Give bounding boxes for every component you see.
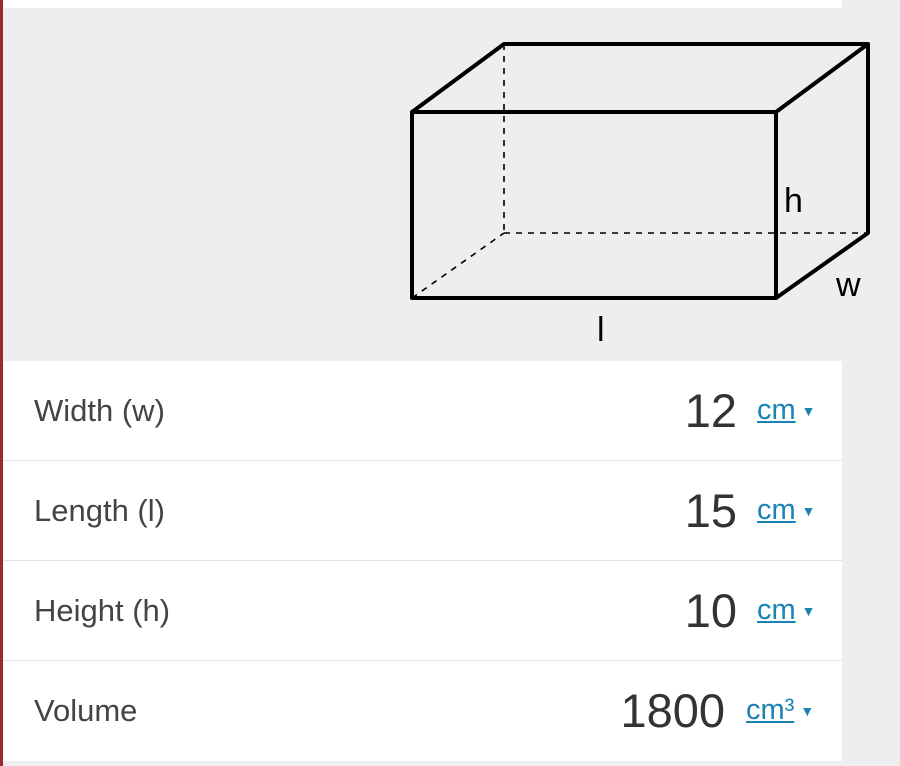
chevron-down-icon: ▼ — [800, 702, 815, 719]
chevron-down-icon: ▼ — [801, 502, 816, 519]
visible-edges — [410, 42, 870, 300]
chevron-down-icon: ▼ — [801, 402, 816, 419]
rectangular-prism-diagram: h w l — [410, 42, 870, 349]
hidden-edge-diagonal — [411, 232, 505, 299]
length-row: Length (l) 15 cm ▼ — [3, 461, 842, 561]
length-value-input[interactable]: 15 — [685, 461, 737, 560]
width-unit-dropdown[interactable]: cm ▼ — [757, 361, 816, 461]
volume-label-text: Volume — [34, 693, 138, 728]
box-diagram-panel: h w l — [3, 8, 900, 361]
top-strip — [3, 0, 842, 8]
side-face-edges — [774, 44, 870, 300]
width-value-input[interactable]: 12 — [685, 361, 737, 460]
width-row: Width (w) 12 cm ▼ — [3, 361, 842, 461]
top-face-edges — [410, 42, 870, 114]
dimension-fields: Width (w) 12 cm ▼ Length (l) 15 cm ▼ Heigh… — [3, 361, 842, 761]
height-label-text: Height (h) — [34, 593, 171, 628]
length-label-text: Length (l) — [34, 493, 165, 528]
length-unit-text: cm — [757, 494, 796, 526]
width-label: w — [835, 266, 861, 304]
volume-unit-dropdown[interactable]: cm³ ▼ — [746, 661, 814, 761]
length-label: l — [597, 311, 605, 349]
height-unit-text: cm — [757, 594, 796, 626]
height-row: Height (h) 10 cm ▼ — [3, 561, 842, 661]
width-label-text: Width (w) — [34, 393, 165, 428]
hidden-edges — [411, 44, 868, 299]
volume-value-input[interactable]: 1800 — [620, 661, 725, 760]
height-value-input[interactable]: 10 — [685, 561, 737, 660]
height-unit-dropdown[interactable]: cm ▼ — [757, 561, 816, 661]
chevron-down-icon: ▼ — [801, 602, 816, 619]
volume-row: Volume 1800 cm³ ▼ — [3, 661, 842, 761]
width-unit-text: cm — [757, 394, 796, 426]
front-face — [410, 110, 778, 300]
volume-unit-text: cm³ — [746, 694, 795, 726]
height-label: h — [784, 182, 803, 220]
length-unit-dropdown[interactable]: cm ▼ — [757, 461, 816, 561]
